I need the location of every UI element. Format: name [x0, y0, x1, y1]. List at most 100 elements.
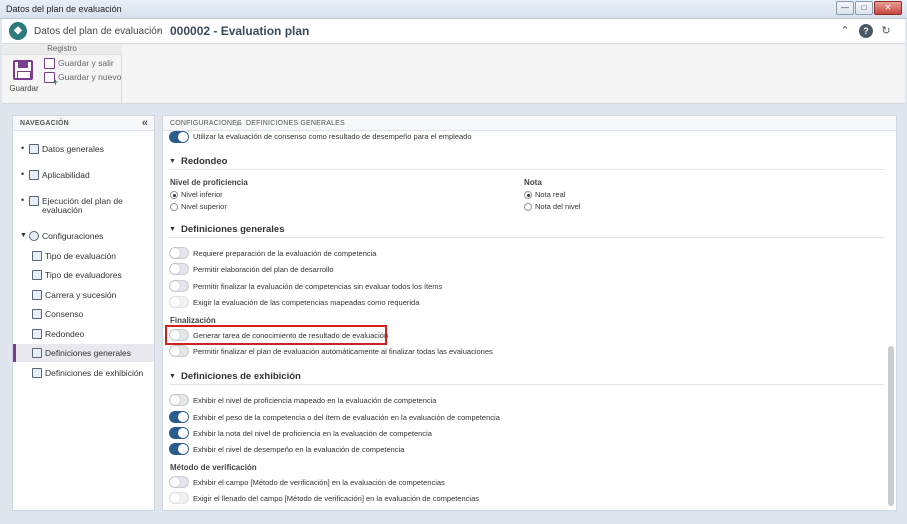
radio-button[interactable]: [524, 191, 532, 199]
collapse-panel-icon[interactable]: «: [142, 117, 148, 129]
ribbon-group-title: Registro: [2, 44, 122, 55]
save-exit-icon: [44, 58, 55, 69]
toggle-label: Permitir finalizar la evaluación de comp…: [193, 282, 443, 291]
ribbon-group-registro: Registro Guardar Guardar y salir Guardar…: [2, 44, 122, 104]
nav-item-label: Tipo de evaluación: [45, 251, 117, 261]
bullet-icon: •: [21, 195, 25, 205]
minimize-button[interactable]: —: [836, 1, 854, 15]
toggle-label: Generar tarea de conocimiento de resulta…: [193, 331, 389, 340]
nav-item-configuraciones[interactable]: ▼ Configuraciones: [13, 227, 154, 245]
nav-item-label: Consenso: [45, 309, 84, 319]
refresh-icon[interactable]: ↻: [879, 24, 893, 38]
toggle-label: Permitir finalizar el plan de evaluación…: [193, 347, 493, 356]
toggle-switch[interactable]: [169, 476, 189, 488]
users-icon: [29, 170, 39, 180]
toggle-switch[interactable]: [169, 329, 189, 341]
gears-icon: [29, 231, 39, 241]
evaluation-type-icon: [32, 251, 42, 261]
finalizacion-label: Finalización: [170, 316, 216, 325]
nav-item-label: Redondeo: [45, 329, 85, 339]
toggle-switch[interactable]: [169, 345, 189, 357]
ribbon-toolbar: Registro Guardar Guardar y salir Guardar…: [2, 44, 905, 104]
nav-item-datos-generales[interactable]: • Datos generales: [13, 140, 154, 158]
toggle-switch[interactable]: [169, 427, 189, 439]
nav-item-label: Definiciones generales: [45, 348, 131, 358]
nav-item-redondeo[interactable]: Redondeo: [13, 325, 154, 343]
section-caret-icon: ▼: [169, 158, 176, 165]
consensus-icon: [32, 309, 42, 319]
save-button-label: Guardar: [9, 84, 39, 93]
toggle-switch[interactable]: [169, 443, 189, 455]
toggle-switch[interactable]: [169, 296, 189, 308]
list-icon: [29, 144, 39, 154]
nav-item-aplicabilidad[interactable]: • Aplicabilidad: [13, 166, 154, 184]
collapse-up-icon[interactable]: ⌃: [838, 24, 852, 38]
save-and-new-label: Guardar y nuevo: [58, 72, 122, 82]
app-header: ◆ Datos del plan de evaluación › 000002 …: [2, 19, 905, 44]
nav-item-label: Tipo de evaluadores: [45, 270, 122, 280]
breadcrumb-definiciones-generales: DEFINICIONES GENERALES: [246, 120, 345, 127]
page-title: 000002 - Evaluation plan: [170, 24, 310, 38]
settings-list-icon: [32, 348, 42, 358]
toggle-label: Exigir la evaluación de las competencias…: [193, 298, 420, 307]
radio-label: Nota del nivel: [535, 202, 581, 211]
nav-item-label: Definiciones de exhibición: [45, 368, 144, 378]
radio-button[interactable]: [524, 203, 532, 211]
toggle-switch[interactable]: [169, 394, 189, 406]
toggle-label: Exhibir el campo [Método de verificación…: [193, 478, 445, 487]
save-button[interactable]: Guardar: [8, 58, 40, 100]
toggle-label: Utilizar la evaluación de consenso como …: [193, 132, 472, 141]
radio-label: Nivel superior: [181, 202, 227, 211]
breadcrumb-configuraciones[interactable]: CONFIGURACIONES: [170, 120, 242, 127]
save-new-icon: [44, 72, 58, 87]
maximize-button[interactable]: □: [855, 1, 873, 15]
toggle-label: Requiere preparación de la evaluación de…: [193, 249, 377, 258]
toggle-switch[interactable]: [169, 411, 189, 423]
toggle-label: Exhibir el peso de la competencia o del …: [193, 413, 500, 422]
toggle-switch[interactable]: [169, 280, 189, 292]
radio-button[interactable]: [170, 191, 178, 199]
content-panel: CONFIGURACIONES › DEFINICIONES GENERALES…: [162, 115, 897, 511]
section-definiciones-generales[interactable]: ▼ Definiciones generales: [169, 224, 885, 238]
toggle-switch[interactable]: [169, 263, 189, 275]
bullet-icon: •: [21, 169, 25, 179]
breadcrumb-app-name[interactable]: Datos del plan de evaluación: [34, 26, 162, 37]
nav-item-consenso[interactable]: Consenso: [13, 305, 154, 323]
section-definiciones-exhibicion[interactable]: ▼ Definiciones de exhibición: [169, 371, 885, 385]
nav-item-label: Datos generales: [42, 144, 104, 154]
toggle-switch[interactable]: [169, 492, 189, 504]
help-icon[interactable]: ?: [859, 24, 873, 38]
nav-item-definiciones-exhibicion[interactable]: Definiciones de exhibición: [13, 364, 154, 382]
bullet-icon: •: [21, 143, 25, 153]
section-caret-icon: ▼: [169, 226, 176, 233]
floppy-disk-icon: [13, 60, 33, 80]
breadcrumb-chevron-icon: ›: [236, 118, 240, 128]
nav-item-label: Configuraciones: [42, 231, 104, 241]
calculator-icon: [32, 329, 42, 339]
nav-item-tipo-evaluacion[interactable]: Tipo de evaluación: [13, 247, 154, 265]
nav-item-ejecucion[interactable]: • Ejecución del plan de evaluación: [13, 192, 154, 218]
expand-caret-icon[interactable]: ▼: [20, 232, 27, 239]
close-button[interactable]: ✕: [874, 1, 902, 15]
section-redondeo[interactable]: ▼ Redondeo: [169, 156, 885, 170]
window-titlebar: Datos del plan de evaluación — □ ✕: [0, 0, 907, 19]
nivel-proficiencia-label: Nivel de proficiencia: [170, 178, 248, 187]
vertical-scrollbar-thumb[interactable]: [888, 346, 894, 506]
toggle-switch[interactable]: [169, 247, 189, 259]
section-title-label: Definiciones de exhibición: [181, 371, 301, 382]
nav-item-definiciones-generales[interactable]: Definiciones generales: [13, 344, 154, 362]
app-logo-icon: ◆: [9, 22, 27, 40]
toggle-label: Permitir elaboración del plan de desarro…: [193, 265, 334, 274]
nav-item-carrera-sucesion[interactable]: Carrera y sucesión: [13, 286, 154, 304]
nav-item-label: Aplicabilidad: [42, 170, 90, 180]
nav-item-label-line2: evaluación: [42, 205, 83, 215]
nav-item-tipo-evaluadores[interactable]: Tipo de evaluadores: [13, 266, 154, 284]
radio-button[interactable]: [170, 203, 178, 211]
save-and-exit-label: Guardar y salir: [58, 58, 114, 68]
navigation-header-label: NAVEGACIÓN: [20, 120, 69, 127]
content-breadcrumb: CONFIGURACIONES › DEFINICIONES GENERALES: [163, 116, 896, 131]
navigation-panel: NAVEGACIÓN « • Datos generales • Aplicab…: [12, 115, 155, 511]
toggle-label: Exhibir el nivel de desempeño en la eval…: [193, 445, 405, 454]
breadcrumb-separator-icon: ›: [157, 25, 161, 36]
toggle-switch[interactable]: [169, 131, 189, 143]
